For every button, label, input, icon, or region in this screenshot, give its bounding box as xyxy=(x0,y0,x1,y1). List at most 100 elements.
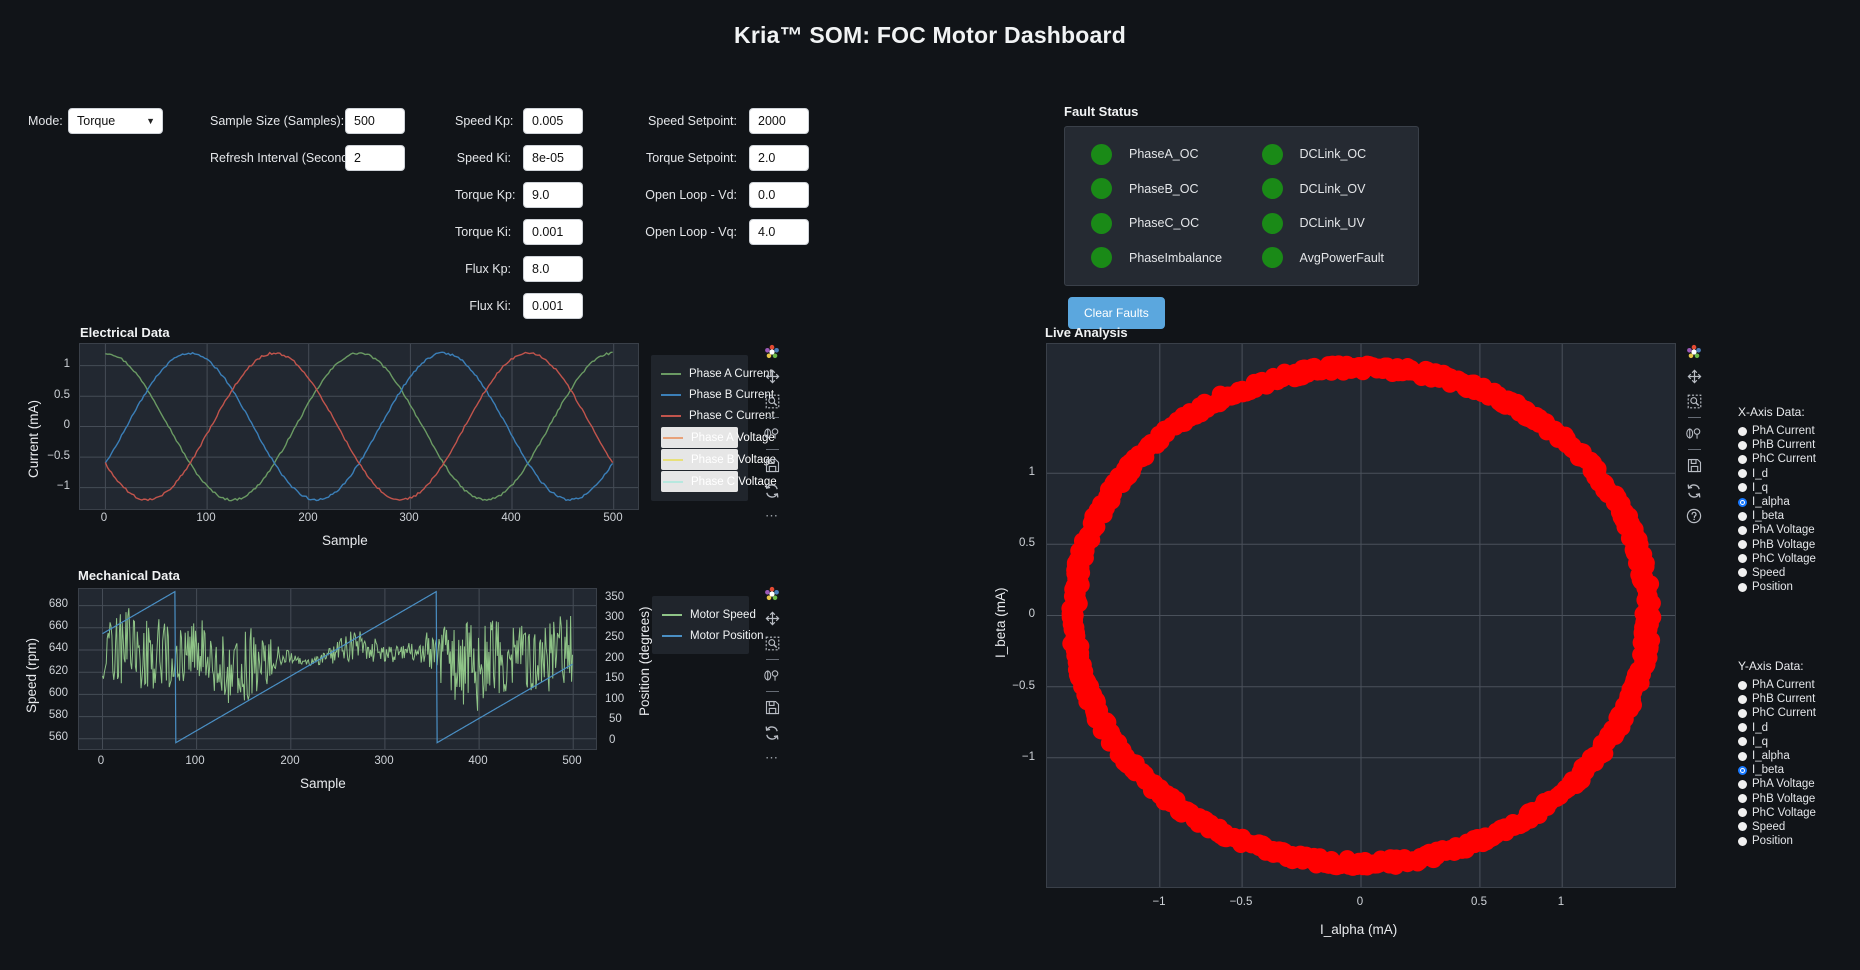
live-ytick: 1 xyxy=(1028,466,1035,478)
x-axis-option-label: I_beta xyxy=(1752,510,1784,523)
radio-button-icon[interactable] xyxy=(1738,511,1747,521)
y-axis-heading: Y-Axis Data: xyxy=(1738,659,1804,673)
radio-button-icon[interactable] xyxy=(1738,454,1747,464)
y-axis-option-label: PhC Voltage xyxy=(1752,806,1816,819)
live-xtick: −1 xyxy=(1152,896,1166,908)
live-xtick: 1 xyxy=(1557,896,1565,908)
y-axis-option[interactable]: I_q xyxy=(1738,735,1816,749)
save-icon[interactable] xyxy=(1683,454,1705,477)
x-axis-option-label: PhB Voltage xyxy=(1752,538,1816,551)
x-axis-option-label: PhC Current xyxy=(1752,453,1816,466)
y-axis-option-label: I_beta xyxy=(1752,764,1784,777)
y-axis-option[interactable]: PhB Current xyxy=(1738,692,1816,706)
radio-button-icon[interactable] xyxy=(1738,483,1747,493)
zoom-box-icon[interactable] xyxy=(1683,390,1705,413)
live-xaxis-title: I_alpha (mA) xyxy=(1320,922,1398,937)
x-axis-data-selector: X-Axis Data: PhA Current PhB Current PhC C… xyxy=(1738,405,1816,594)
x-axis-option[interactable]: PhC Voltage xyxy=(1738,552,1816,566)
live-ytick: −0.5 xyxy=(1012,680,1035,692)
y-axis-option[interactable]: Speed xyxy=(1738,820,1816,834)
radio-button-icon[interactable] xyxy=(1738,708,1747,718)
x-axis-option[interactable]: PhB Current xyxy=(1738,438,1816,452)
radio-button-icon[interactable] xyxy=(1738,554,1747,564)
radio-button-icon[interactable] xyxy=(1738,582,1747,592)
y-axis-option-label: PhB Current xyxy=(1752,693,1816,706)
live-analysis-modebar[interactable] xyxy=(1683,340,1705,529)
radio-button-icon[interactable] xyxy=(1738,568,1747,578)
modebar-separator xyxy=(1687,449,1701,450)
x-axis-option[interactable]: PhA Voltage xyxy=(1738,523,1816,537)
x-axis-option-label: PhC Voltage xyxy=(1752,552,1816,565)
radio-button-icon[interactable] xyxy=(1738,497,1747,507)
radio-button-icon[interactable] xyxy=(1738,836,1747,846)
y-axis-option-label: Position xyxy=(1752,835,1793,848)
plotly-logo-icon[interactable] xyxy=(1683,340,1705,363)
x-axis-option[interactable]: PhC Current xyxy=(1738,452,1816,466)
y-axis-data-selector: Y-Axis Data: PhA Current PhB Current PhC C… xyxy=(1738,659,1816,848)
y-axis-option[interactable]: I_alpha xyxy=(1738,749,1816,763)
y-axis-option-label: I_alpha xyxy=(1752,750,1790,763)
y-axis-option-label: Speed xyxy=(1752,820,1786,833)
x-axis-option-label: I_d xyxy=(1752,467,1768,480)
x-axis-option[interactable]: I_q xyxy=(1738,481,1816,495)
radio-button-icon[interactable] xyxy=(1738,525,1747,535)
y-axis-option[interactable]: PhC Current xyxy=(1738,706,1816,720)
x-axis-option-label: PhA Current xyxy=(1752,425,1815,438)
y-axis-option-label: PhA Current xyxy=(1752,679,1815,692)
live-xtick: 0 xyxy=(1356,896,1364,908)
live-xtick: −0.5 xyxy=(1229,896,1253,908)
help-icon[interactable] xyxy=(1683,504,1705,527)
pan-icon[interactable] xyxy=(1683,365,1705,388)
y-axis-option[interactable]: Position xyxy=(1738,834,1816,848)
y-axis-option-label: I_q xyxy=(1752,735,1768,748)
live-ytick: −1 xyxy=(1021,751,1035,763)
x-axis-option-label: Position xyxy=(1752,581,1793,594)
x-axis-option-label: I_alpha xyxy=(1752,496,1790,509)
radio-button-icon[interactable] xyxy=(1738,440,1747,450)
x-axis-option[interactable]: Position xyxy=(1738,580,1816,594)
autoscale-icon[interactable] xyxy=(1683,479,1705,502)
y-axis-option-label: I_d xyxy=(1752,721,1768,734)
radio-button-icon[interactable] xyxy=(1738,694,1747,704)
live-analysis-title: Live Analysis xyxy=(1045,325,1128,340)
radio-button-icon[interactable] xyxy=(1738,680,1747,690)
x-axis-option[interactable]: I_beta xyxy=(1738,509,1816,523)
y-axis-option[interactable]: PhB Voltage xyxy=(1738,792,1816,806)
y-axis-option[interactable]: PhC Voltage xyxy=(1738,806,1816,820)
x-axis-option[interactable]: Speed xyxy=(1738,566,1816,580)
live-analysis-point xyxy=(1644,608,1662,626)
x-axis-option-label: PhB Current xyxy=(1752,439,1816,452)
x-axis-option[interactable]: I_alpha xyxy=(1738,495,1816,509)
radio-button-icon[interactable] xyxy=(1738,751,1747,761)
radio-button-icon[interactable] xyxy=(1738,808,1747,818)
live-xtick: 0.5 xyxy=(1471,896,1487,908)
live-analysis-plot-area[interactable] xyxy=(1046,343,1676,888)
y-axis-option[interactable]: PhA Voltage xyxy=(1738,777,1816,791)
x-axis-option[interactable]: PhA Current xyxy=(1738,424,1816,438)
y-axis-option[interactable]: I_d xyxy=(1738,721,1816,735)
y-axis-option-label: PhB Voltage xyxy=(1752,792,1816,805)
zoom-icon[interactable] xyxy=(1683,422,1705,445)
x-axis-option[interactable]: PhB Voltage xyxy=(1738,538,1816,552)
y-axis-option[interactable]: I_beta xyxy=(1738,763,1816,777)
radio-button-icon[interactable] xyxy=(1738,469,1747,479)
radio-button-icon[interactable] xyxy=(1738,822,1747,832)
radio-button-icon[interactable] xyxy=(1738,723,1747,733)
x-axis-option-label: I_q xyxy=(1752,481,1768,494)
y-axis-option-label: PhC Current xyxy=(1752,707,1816,720)
y-axis-option[interactable]: PhA Current xyxy=(1738,678,1816,692)
radio-button-icon[interactable] xyxy=(1738,779,1747,789)
radio-button-icon[interactable] xyxy=(1738,794,1747,804)
radio-button-icon[interactable] xyxy=(1738,540,1747,550)
live-ytick: 0.5 xyxy=(1019,537,1035,549)
modebar-separator xyxy=(1687,417,1701,418)
dashboard-root: Kria™ SOM: FOC Motor Dashboard Mode: Tor… xyxy=(0,0,1860,970)
x-axis-heading: X-Axis Data: xyxy=(1738,405,1805,419)
live-analysis-panel: Live Analysis 1 0.5 0 −0.5 −1 −1 −0.5 0 … xyxy=(0,0,1860,970)
radio-button-icon[interactable] xyxy=(1738,765,1747,775)
radio-button-icon[interactable] xyxy=(1738,426,1747,436)
live-analysis-svg xyxy=(1047,344,1675,887)
live-yaxis-title: I_beta (mA) xyxy=(993,587,1008,658)
radio-button-icon[interactable] xyxy=(1738,737,1747,747)
x-axis-option[interactable]: I_d xyxy=(1738,467,1816,481)
